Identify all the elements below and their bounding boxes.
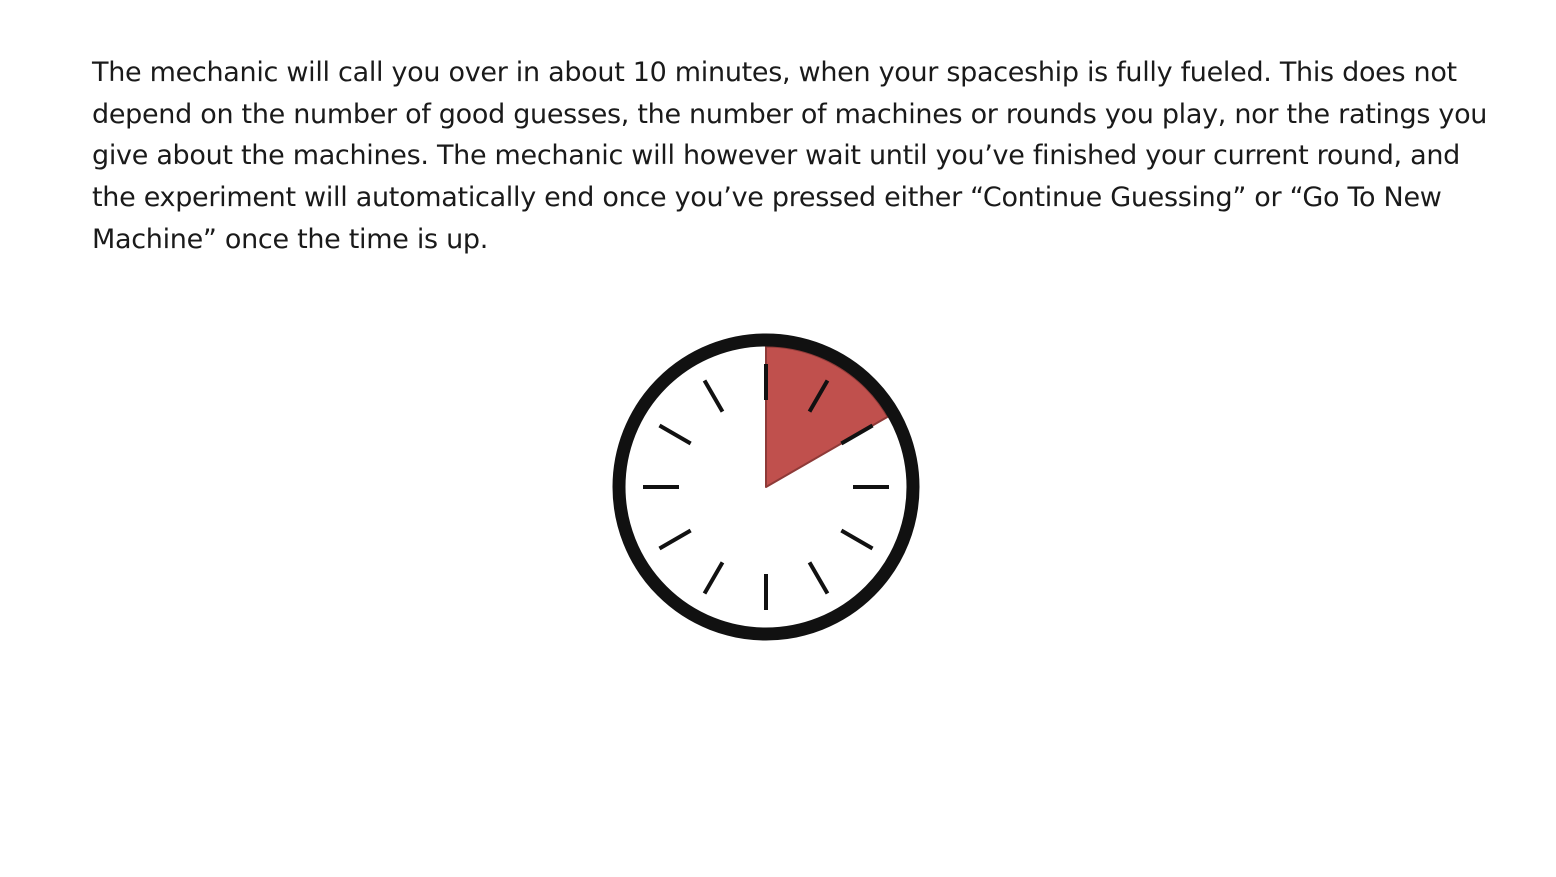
- timer-clock: [606, 327, 926, 647]
- instructions-text: The mechanic will call you over in about…: [92, 57, 1488, 255]
- clock-timer-icon: [612, 333, 920, 641]
